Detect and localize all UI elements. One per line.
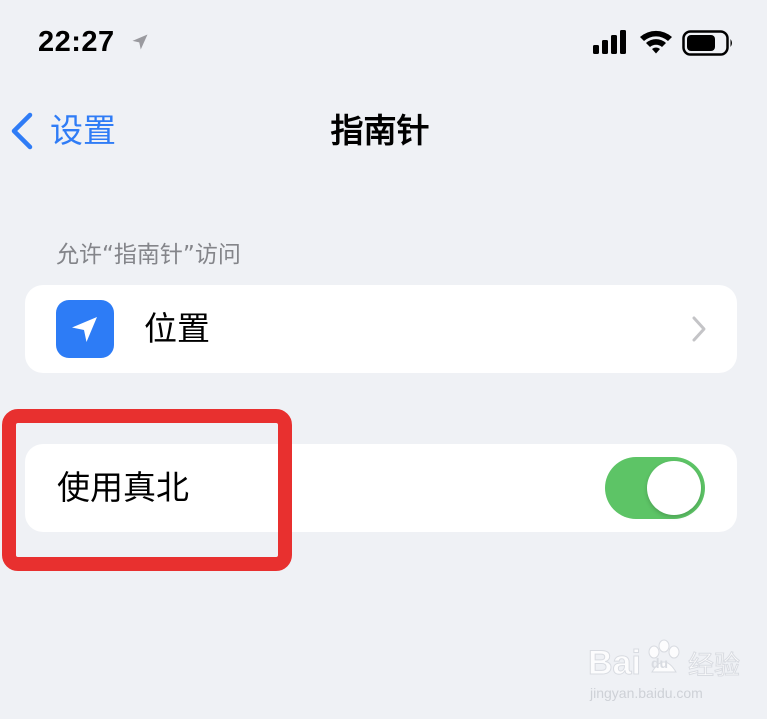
baidu-watermark-logo: Bai du 经验 jingyan.baidu.com bbox=[588, 639, 741, 701]
location-row-label: 位置 bbox=[144, 309, 210, 348]
location-arrow-icon bbox=[72, 317, 97, 342]
watermark-brand: Bai bbox=[588, 644, 641, 682]
battery-icon bbox=[682, 30, 732, 56]
toggle-knob bbox=[647, 461, 701, 515]
true-north-toggle[interactable] bbox=[605, 457, 705, 519]
watermark-brand-tail: du bbox=[651, 655, 668, 671]
location-arrow-icon bbox=[132, 34, 148, 50]
true-north-label: 使用真北 bbox=[57, 468, 189, 507]
page-title: 指南针 bbox=[330, 111, 430, 150]
watermark-url: jingyan.baidu.com bbox=[589, 685, 703, 701]
section-header: 允许“指南针”访问 bbox=[56, 242, 241, 268]
wifi-icon bbox=[640, 30, 672, 54]
watermark-product: 经验 bbox=[688, 651, 740, 681]
true-north-row: 使用真北 bbox=[25, 444, 737, 532]
location-row[interactable]: 位置 bbox=[25, 285, 737, 373]
cellular-signal-icon bbox=[593, 30, 626, 54]
chevron-right-icon bbox=[692, 316, 706, 342]
location-app-icon bbox=[56, 300, 114, 358]
status-time: 22:27 bbox=[38, 26, 115, 58]
